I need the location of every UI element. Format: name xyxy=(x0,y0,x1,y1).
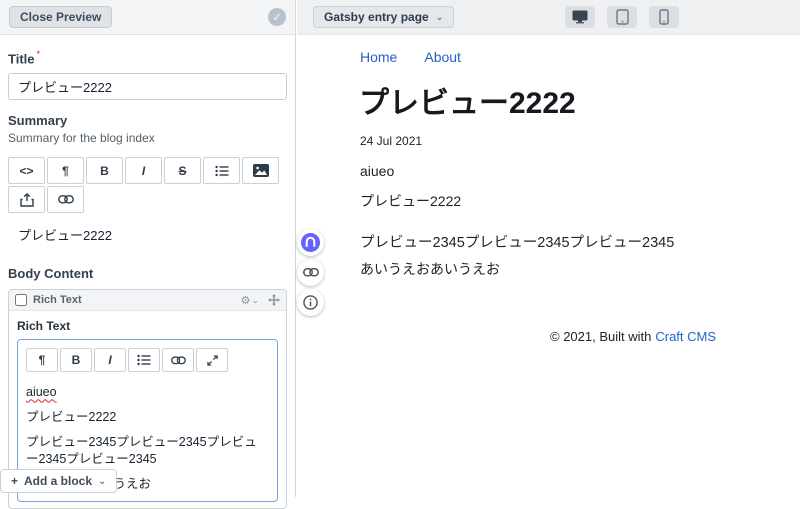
logo-button[interactable] xyxy=(297,229,324,256)
paragraph-icon[interactable]: ¶ xyxy=(47,157,84,185)
preview-target-label: Gatsby entry page xyxy=(324,10,429,24)
summary-field-section: Summary Summary for the blog index <> ¶ … xyxy=(8,113,287,244)
footer-text: © 2021, Built with xyxy=(550,329,652,344)
rte-paragraph[interactable]: プレビュー2222 xyxy=(26,409,269,426)
device-phone-button[interactable] xyxy=(649,6,679,28)
link-chain-icon xyxy=(302,268,319,277)
chevron-down-icon: ⌄ xyxy=(98,475,107,487)
block-header: Rich Text ⚙ ⌄ xyxy=(9,290,286,312)
post-paragraph: aiueo xyxy=(360,163,395,179)
post-paragraph: あいうえおあいうえお xyxy=(360,261,500,277)
floating-toolbar xyxy=(297,229,324,316)
export-icon[interactable] xyxy=(8,186,45,214)
block-header-icons: ⚙ ⌄ xyxy=(241,294,280,307)
rte-paragraph: aiueo xyxy=(26,384,269,401)
nav-link-home[interactable]: Home xyxy=(360,49,397,65)
saved-check-icon: ✓ xyxy=(268,8,286,26)
logo-icon xyxy=(301,233,320,252)
move-handle-icon[interactable] xyxy=(268,294,280,307)
chevron-down-icon: ⌄ xyxy=(251,294,259,305)
misspelled-word[interactable]: aiueo xyxy=(26,385,57,399)
editor-pane: Close Preview ✓ Title* Summary Summary f… xyxy=(0,0,296,509)
add-block-button[interactable]: + Add a block ⌄ xyxy=(0,469,118,493)
editor-body: Title* Summary Summary for the blog inde… xyxy=(0,35,295,509)
paragraph-icon[interactable]: ¶ xyxy=(26,348,58,373)
preview-target-dropdown[interactable]: Gatsby entry page ⌄ xyxy=(313,6,455,28)
strikethrough-icon[interactable]: S xyxy=(164,157,201,185)
phone-icon xyxy=(659,9,669,25)
plus-icon: + xyxy=(11,474,19,488)
block-settings-button[interactable]: ⚙ ⌄ xyxy=(241,294,259,307)
info-button[interactable] xyxy=(297,289,324,316)
nav-link-about[interactable]: About xyxy=(424,49,461,65)
summary-toolbar: <> ¶ B I S xyxy=(8,157,281,214)
post-paragraph: プレビュー2222 xyxy=(360,193,462,209)
image-icon[interactable] xyxy=(242,157,279,185)
add-block-label: Add a block xyxy=(24,474,93,488)
gear-icon: ⚙ xyxy=(240,294,251,307)
site-footer: © 2021, Built with Craft CMS xyxy=(550,329,716,344)
preview-header: Gatsby entry page ⌄ xyxy=(297,0,800,35)
post-date: 24 Jul 2021 xyxy=(360,134,423,148)
summary-field-label: Summary xyxy=(8,113,68,129)
footer-link-craft-cms[interactable]: Craft CMS xyxy=(655,329,716,344)
bold-icon[interactable]: B xyxy=(60,348,92,373)
link-icon[interactable] xyxy=(162,348,194,373)
title-field-label: Title xyxy=(8,51,35,67)
device-desktop-button[interactable] xyxy=(565,6,595,28)
device-tablet-button[interactable] xyxy=(607,6,637,28)
body-content-label: Body Content xyxy=(8,266,94,282)
title-input[interactable] xyxy=(8,73,287,101)
summary-instructions: Summary for the blog index xyxy=(8,131,155,146)
copy-link-button[interactable] xyxy=(297,259,324,286)
chevron-down-icon: ⌄ xyxy=(435,11,444,22)
rte-paragraph[interactable]: プレビュー2345プレビュー2345プレビュー2345プレビュー2345 xyxy=(26,434,269,468)
rich-text-toolbar: ¶ B I xyxy=(26,348,269,373)
tablet-icon xyxy=(615,9,629,25)
expand-icon[interactable] xyxy=(196,348,228,373)
post-title: プレビュー2222 xyxy=(359,87,576,120)
bold-icon[interactable]: B xyxy=(86,157,123,185)
block-select-checkbox[interactable] xyxy=(15,294,27,307)
link-icon[interactable] xyxy=(47,186,84,214)
preview-pane: Gatsby entry page ⌄ Home About プレビュー2222… xyxy=(297,0,800,497)
post-paragraph: プレビュー2345プレビュー2345プレビュー2345 xyxy=(360,235,675,251)
summary-content[interactable]: プレビュー2222 xyxy=(18,225,287,244)
site-preview: Home About プレビュー2222 24 Jul 2021 aiueo プ… xyxy=(297,35,800,497)
editor-header: Close Preview ✓ xyxy=(0,0,295,35)
code-icon[interactable]: <> xyxy=(8,157,45,185)
info-icon xyxy=(303,295,318,310)
title-field-section: Title * xyxy=(8,35,287,101)
site-nav: Home About xyxy=(360,49,461,65)
device-toggle-group xyxy=(565,6,679,28)
bullet-list-icon[interactable] xyxy=(128,348,160,373)
rich-text-field-label: Rich Text xyxy=(17,319,71,334)
italic-icon[interactable]: I xyxy=(94,348,126,373)
close-preview-button[interactable]: Close Preview xyxy=(9,6,113,28)
block-title: Rich Text xyxy=(33,294,82,307)
required-asterisk: * xyxy=(36,49,41,59)
italic-icon[interactable]: I xyxy=(125,157,162,185)
desktop-icon xyxy=(572,10,588,24)
bullet-list-icon[interactable] xyxy=(203,157,240,185)
